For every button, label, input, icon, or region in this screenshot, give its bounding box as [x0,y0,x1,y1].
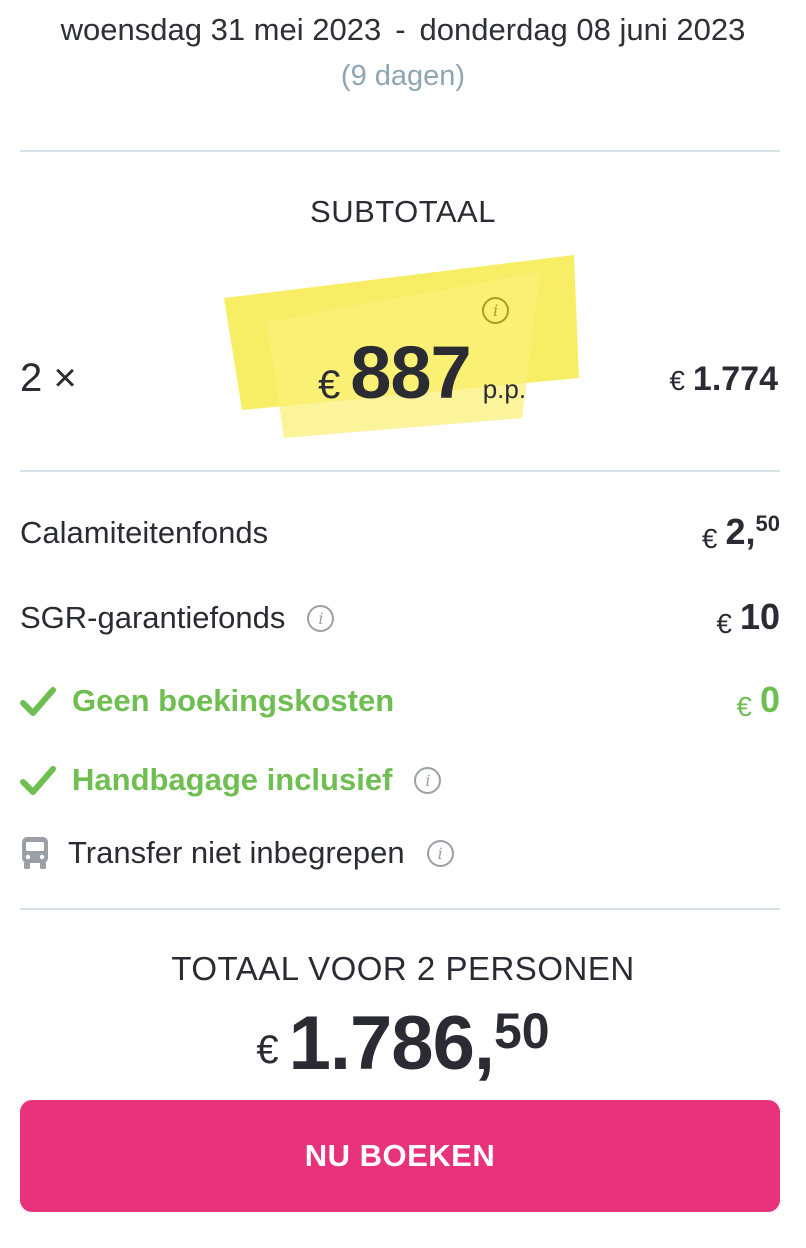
trip-duration: (9 dagen) [340,60,466,92]
booking-fee-amount: € 0 [736,679,780,723]
currency-symbol: € [256,1028,279,1072]
feature-label: Transfer niet inbegrepen [68,835,405,870]
end-date: donderdag 08 juni 2023 [419,12,746,47]
date-separator: - [395,12,406,47]
fee-row-sgr-garantiefonds: SGR-garantiefonds i € 10 [20,593,780,643]
book-now-button[interactable]: NU BOEKEN [20,1100,780,1212]
price-per-person-value: 887 [350,331,471,414]
price-info-icon[interactable]: i [482,297,509,324]
check-icon [20,687,56,716]
info-icon[interactable]: i [307,604,335,632]
total-cents: 50 [493,1003,550,1059]
fee-amount: € 10 [716,596,780,640]
feature-row-booking-fee: Geen boekingskosten € 0 [20,676,780,726]
fee-row-calamiteitenfonds: Calamiteitenfonds € 2, 50 [20,508,780,558]
info-icon[interactable]: i [414,766,442,794]
divider [20,908,780,910]
start-date: woensdag 31 mei 2023 [60,12,382,47]
subtotal-line-total: € 1.774 [669,360,778,399]
currency-symbol: € [736,691,752,722]
bus-icon [22,837,48,869]
fee-value: 2, [725,511,756,552]
traveler-quantity: 2 × [20,356,77,400]
feature-label: Handbagage inclusief [72,762,393,797]
per-person-unit: p.p. [482,374,527,404]
currency-symbol: € [701,523,718,554]
total-value: 1.786, [288,1001,495,1086]
total-amount: € 1.786, 50 [0,1000,806,1087]
check-icon [20,766,56,795]
feature-row-hand-luggage: Handbagage inclusief i [20,755,780,805]
subtotal-heading: SUBTOTAAL [310,194,496,229]
total-heading: TOTAAL VOOR 2 PERSONEN [171,950,635,987]
travel-dates: woensdag 31 mei 2023- donderdag 08 juni 2… [0,12,806,48]
price-per-person: € 887 p.p. [318,330,527,414]
currency-symbol: € [669,365,685,396]
fee-amount: € 2, 50 [702,511,780,555]
fee-cents: 50 [755,511,780,536]
currency-symbol: € [716,608,732,639]
divider [20,150,780,152]
fee-label: SGR-garantiefonds [20,600,286,635]
divider [20,470,780,472]
fee-label: Calamiteitenfonds [20,515,269,550]
booking-fee-value: 0 [759,679,780,720]
feature-label: Geen boekingskosten [72,683,395,718]
info-icon[interactable]: i [426,839,454,867]
fee-value: 10 [739,596,780,637]
feature-row-transfer: Transfer niet inbegrepen i [20,828,780,878]
currency-symbol: € [318,363,341,407]
line-total-value: 1.774 [692,360,778,398]
